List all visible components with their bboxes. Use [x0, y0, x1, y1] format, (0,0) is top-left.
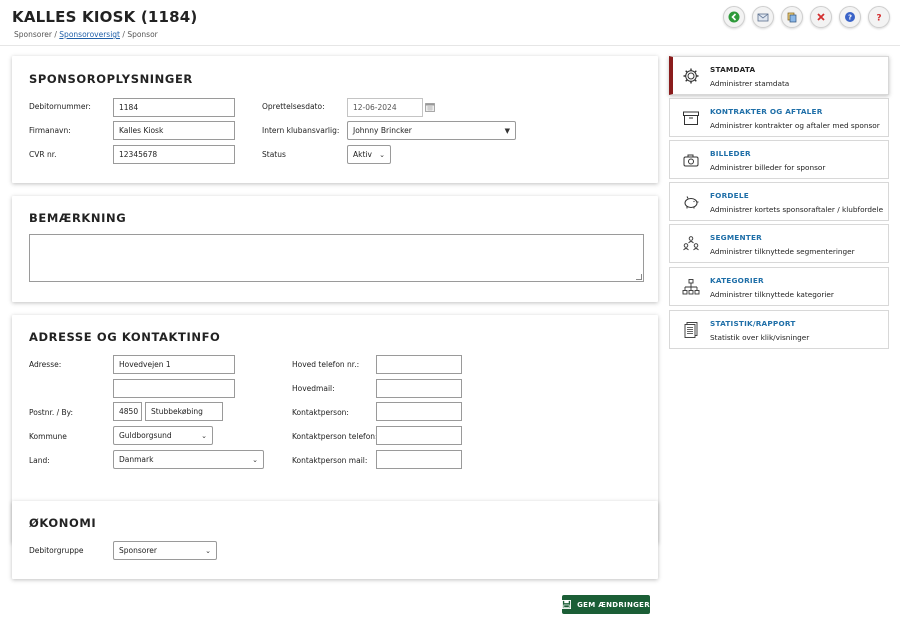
sponsor-info-card: SPONSOROPLYSNINGER Debitornummer: 1184 F…: [12, 56, 658, 183]
postnr-label: Postnr. / By:: [29, 408, 74, 417]
kontakt-tel-label: Kontaktperson telefon:: [292, 432, 378, 441]
sidebar-item-kontrakter[interactable]: KONTRAKTER OG AFTALER Administrer kontra…: [669, 98, 889, 137]
sidebar-item-segmenter[interactable]: SEGMENTER Administrer tilknyttede segmen…: [669, 224, 889, 263]
breadcrumb-sponsor: Sponsor: [127, 30, 158, 39]
adresse-input[interactable]: Hovedvejen 1: [113, 355, 235, 374]
breadcrumb-sponsorer[interactable]: Sponsorer: [14, 30, 52, 39]
page-title: KALLES KIOSK (1184): [12, 8, 198, 26]
sidebar-item-statistik[interactable]: STATISTIK/RAPPORT Statistik over klik/vi…: [669, 310, 889, 349]
adresse-label: Adresse:: [29, 360, 62, 369]
status-select[interactable]: Aktiv ⌄: [347, 145, 391, 164]
telefon-input[interactable]: [376, 355, 462, 374]
question-button[interactable]: ?: [868, 6, 890, 28]
cvr-label: CVR nr.: [29, 150, 57, 159]
oprettelse-label: Oprettelsesdato:: [262, 102, 325, 111]
land-label: Land:: [29, 456, 50, 465]
save-button[interactable]: GEM ÆNDRINGER: [562, 595, 650, 614]
economy-title: ØKONOMI: [29, 516, 97, 530]
mail-label: Hovedmail:: [292, 384, 335, 393]
sidebar-item-billeder[interactable]: BILLEDER Administrer billeder for sponso…: [669, 140, 889, 179]
klub-label: Intern klubansvarlig:: [262, 126, 340, 135]
help-icon: ?: [845, 12, 855, 22]
kontakt-mail-label: Kontaktperson mail:: [292, 456, 368, 465]
mail-button[interactable]: [752, 6, 774, 28]
back-icon: [728, 11, 740, 23]
report-icon: [684, 322, 698, 338]
debitorgruppe-label: Debitorgruppe: [29, 546, 84, 555]
help-button[interactable]: ?: [839, 6, 861, 28]
address-title: ADRESSE OG KONTAKTINFO: [29, 330, 221, 344]
chevron-down-icon: ⌄: [252, 455, 258, 464]
floppy-disk-icon: [562, 600, 572, 609]
debitorgruppe-select[interactable]: Sponsorer ⌄: [113, 541, 217, 560]
people-group-icon: [683, 236, 699, 251]
adresse2-input[interactable]: [113, 379, 235, 398]
mail-icon: [757, 13, 769, 22]
toolbar: ? ?: [723, 6, 890, 28]
camera-icon: [683, 154, 699, 167]
sidebar-item-fordele[interactable]: FORDELE Administrer kortets sponsoraftal…: [669, 182, 889, 221]
remark-card: BEMÆRKNING: [12, 196, 658, 302]
chevron-down-icon: ⌄: [379, 150, 385, 159]
remark-title: BEMÆRKNING: [29, 211, 127, 225]
remark-textarea[interactable]: [29, 234, 644, 282]
breadcrumb-sponsoroversigt[interactable]: Sponsoroversigt: [59, 30, 120, 39]
archive-icon: [683, 111, 699, 125]
by-input[interactable]: Stubbekøbing: [145, 402, 223, 421]
firma-label: Firmanavn:: [29, 126, 71, 135]
hierarchy-icon: [682, 279, 700, 295]
telefon-label: Hoved telefon nr.:: [292, 360, 360, 369]
sidebar-item-stamdata[interactable]: STAMDATA Administrer stamdata: [669, 56, 889, 95]
oprettelse-input[interactable]: 12-06-2024: [347, 98, 423, 117]
kommune-label: Kommune: [29, 432, 67, 441]
breadcrumb: Sponsorer / Sponsoroversigt / Sponsor: [14, 30, 158, 39]
piggy-bank-icon: [684, 196, 699, 209]
kontakt-mail-input[interactable]: [376, 450, 462, 469]
economy-card: ØKONOMI Debitorgruppe Sponsorer ⌄: [12, 501, 658, 579]
delete-button[interactable]: [810, 6, 832, 28]
kontakt-input[interactable]: [376, 402, 462, 421]
chevron-down-icon: ⌄: [201, 431, 207, 440]
svg-text:?: ?: [848, 14, 852, 22]
land-select[interactable]: Danmark ⌄: [113, 450, 264, 469]
svg-text:?: ?: [876, 14, 881, 24]
sponsor-info-title: SPONSOROPLYSNINGER: [29, 72, 193, 86]
kommune-select[interactable]: Guldborgsund ⌄: [113, 426, 213, 445]
sidebar-item-kategorier[interactable]: KATEGORIER Administrer tilknyttede kateg…: [669, 267, 889, 306]
debitor-input[interactable]: 1184: [113, 98, 235, 117]
gear-icon: [683, 68, 699, 84]
mail-input[interactable]: [376, 379, 462, 398]
status-label: Status: [262, 150, 286, 159]
cvr-input[interactable]: 12345678: [113, 145, 235, 164]
resize-handle[interactable]: [636, 274, 642, 280]
question-icon: ?: [876, 14, 881, 24]
debitor-label: Debitornummer:: [29, 102, 91, 111]
back-button[interactable]: [723, 6, 745, 28]
delete-icon: [817, 13, 825, 21]
chevron-down-icon: ▼: [504, 126, 510, 135]
page-header: KALLES KIOSK (1184) Sponsorer / Sponsoro…: [0, 0, 900, 46]
firma-input[interactable]: Kalles Kiosk: [113, 121, 235, 140]
klub-select[interactable]: Johnny Brincker ▼: [347, 121, 516, 140]
postnr-input[interactable]: 4850: [113, 402, 142, 421]
kontakt-label: Kontaktperson:: [292, 408, 349, 417]
copy-icon: [787, 12, 797, 23]
calendar-icon[interactable]: [425, 102, 435, 112]
chevron-down-icon: ⌄: [205, 546, 211, 555]
copy-button[interactable]: [781, 6, 803, 28]
kontakt-tel-input[interactable]: [376, 426, 462, 445]
